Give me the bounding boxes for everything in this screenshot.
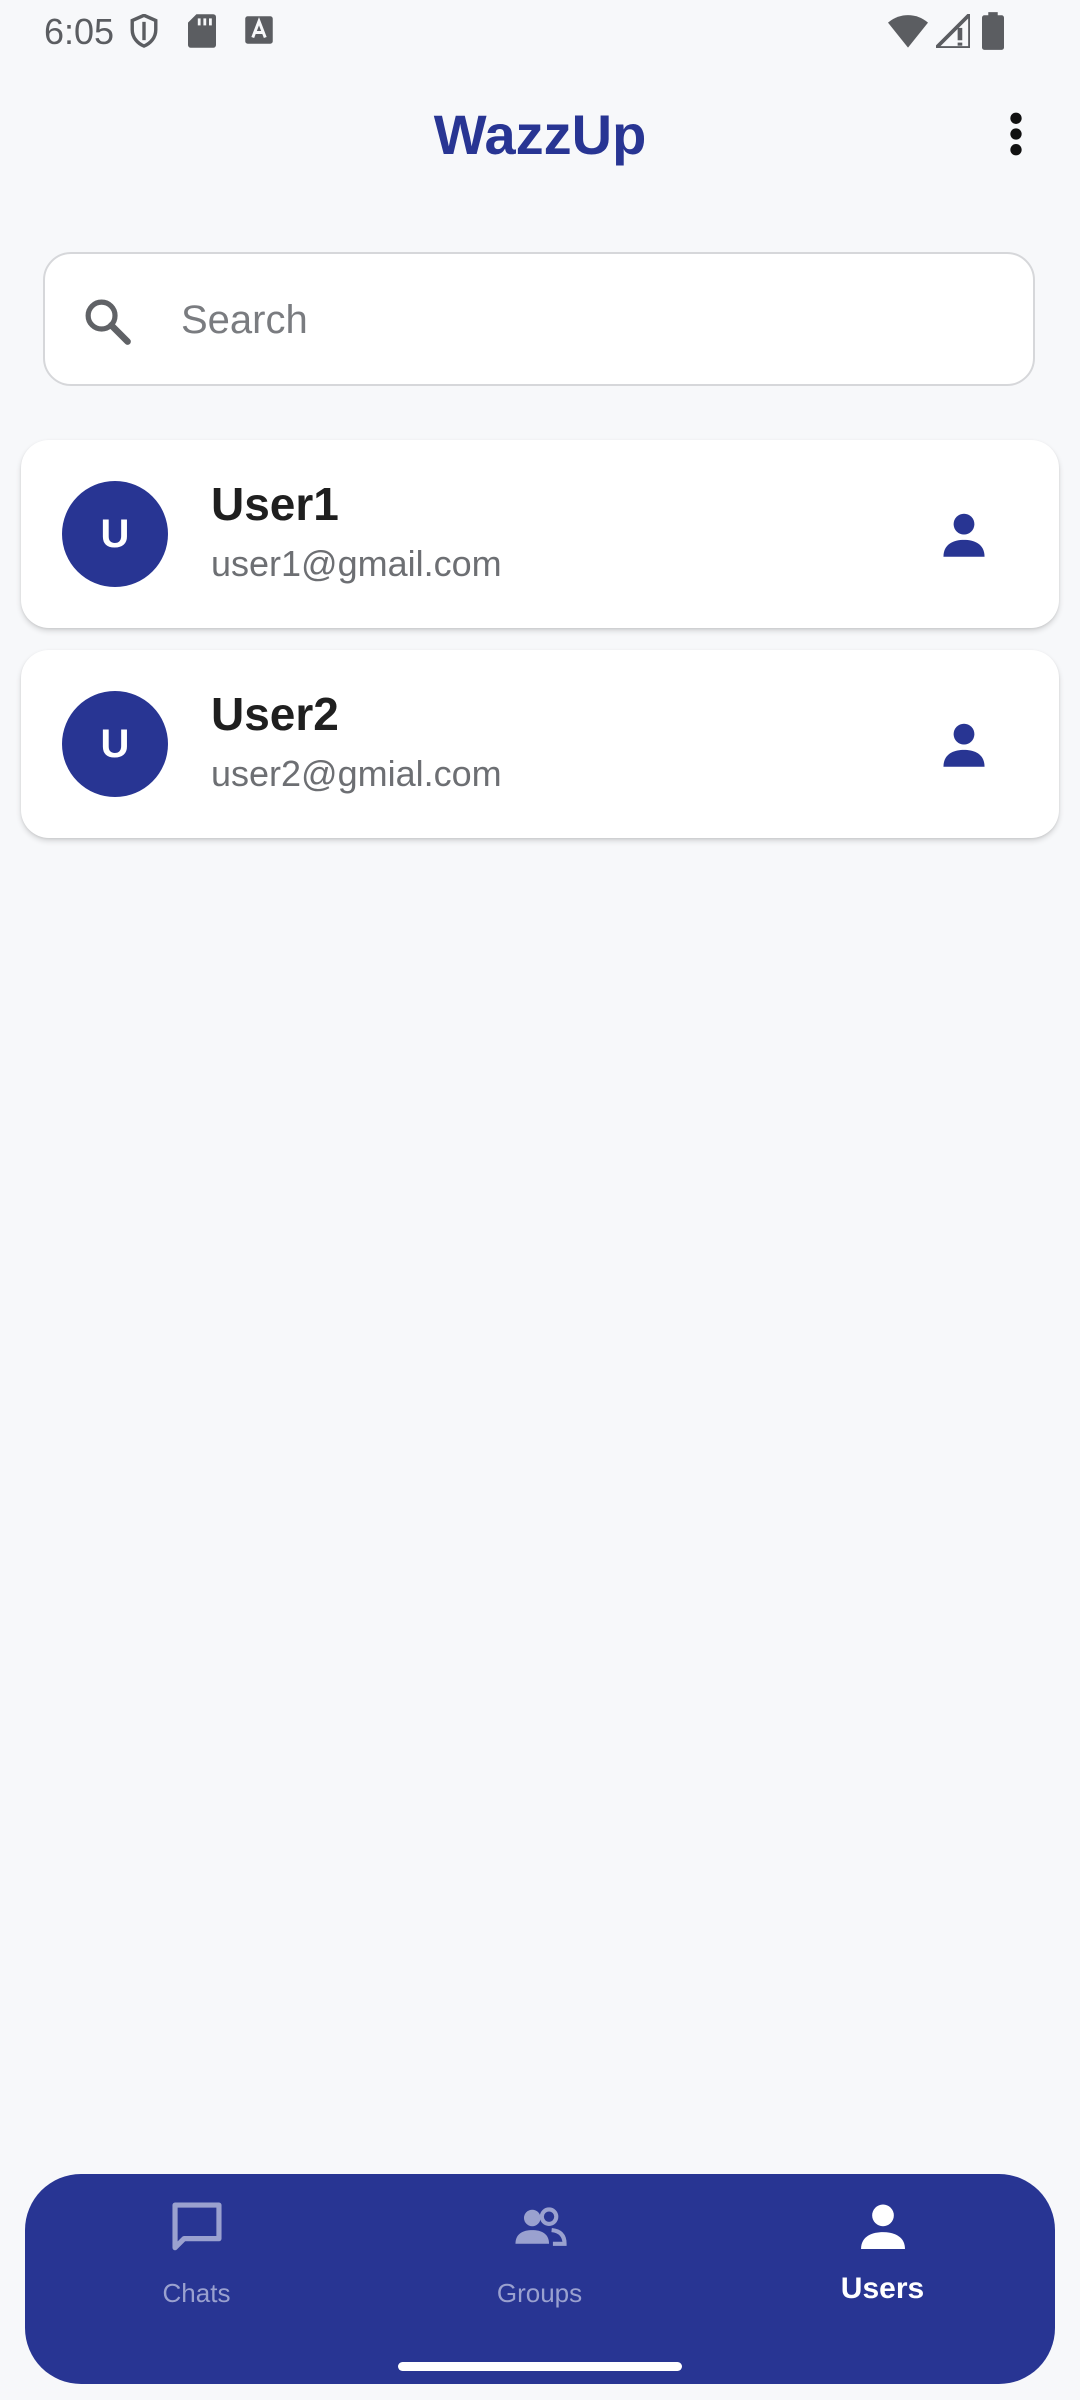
app-title: WazzUp bbox=[433, 103, 647, 166]
battery-icon bbox=[982, 12, 1004, 55]
status-bar: 6:05 bbox=[0, 0, 1080, 64]
more-options-button[interactable] bbox=[990, 108, 1042, 164]
wifi-icon bbox=[888, 14, 928, 53]
nav-label-chats: Chats bbox=[162, 2278, 231, 2308]
nav-label-users: Users bbox=[840, 2272, 925, 2305]
status-time: 6:05 bbox=[44, 11, 115, 52]
person-icon[interactable] bbox=[935, 716, 993, 779]
bottom-navigation: Chats Groups Users bbox=[25, 2174, 1055, 2384]
cell-signal-icon bbox=[931, 9, 972, 53]
search-input[interactable] bbox=[179, 288, 1003, 352]
nav-item-groups[interactable]: Groups bbox=[368, 2174, 711, 2384]
user-name: User2 bbox=[211, 688, 339, 740]
user-name: User1 bbox=[211, 478, 339, 530]
person-icon[interactable] bbox=[935, 506, 993, 569]
more-vert-icon bbox=[1008, 112, 1024, 161]
user-email: user1@gmail.com bbox=[211, 543, 502, 584]
avatar: U bbox=[62, 481, 168, 587]
nav-item-chats[interactable]: Chats bbox=[25, 2174, 368, 2384]
search-icon bbox=[81, 295, 133, 352]
nav-item-users[interactable]: Users bbox=[711, 2174, 1054, 2384]
sd-card-icon bbox=[188, 14, 216, 53]
chat-bubble-icon bbox=[166, 2196, 228, 2263]
user-card[interactable]: U User2 user2@gmial.com bbox=[21, 650, 1059, 838]
user-card[interactable]: U User1 user1@gmail.com bbox=[21, 440, 1059, 628]
shield-icon bbox=[128, 13, 160, 53]
keyboard-a-icon bbox=[244, 14, 274, 51]
search-box[interactable] bbox=[43, 252, 1035, 386]
person-icon bbox=[852, 2196, 914, 2263]
avatar: U bbox=[62, 691, 168, 797]
home-indicator[interactable] bbox=[398, 2362, 682, 2371]
nav-label-groups: Groups bbox=[496, 2278, 583, 2308]
groups-icon bbox=[509, 2196, 571, 2263]
user-email: user2@gmial.com bbox=[211, 753, 502, 794]
